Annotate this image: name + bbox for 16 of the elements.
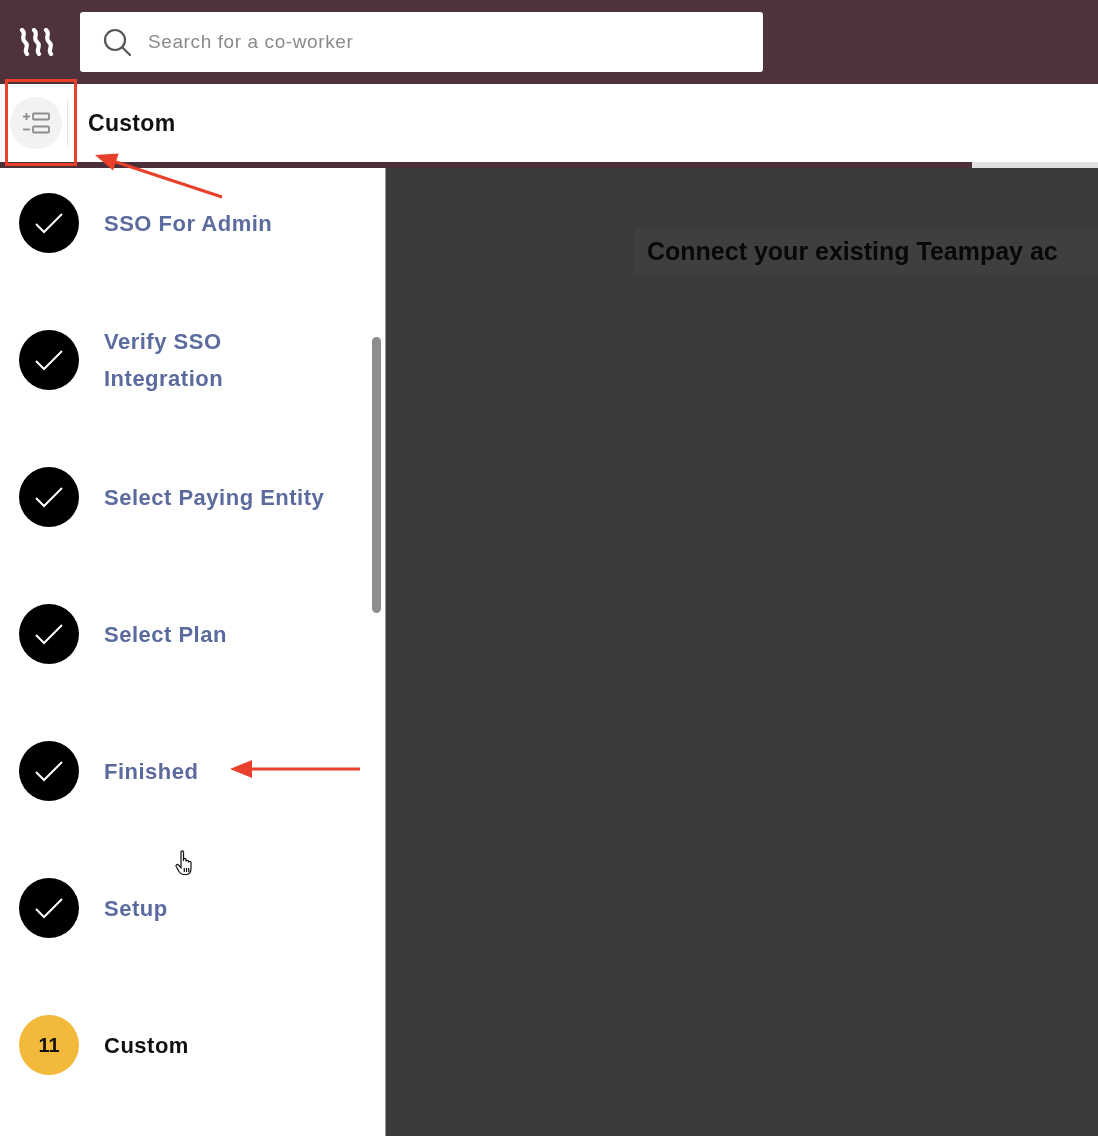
hand-cursor-icon	[175, 850, 195, 876]
step-number-badge: 11	[19, 1015, 79, 1075]
wave-logo-icon[interactable]	[18, 28, 56, 56]
step-link[interactable]: Select Paying Entity	[104, 478, 325, 516]
sidebar-toggle-button[interactable]	[10, 97, 62, 149]
step-link[interactable]: Verify SSO Integration	[104, 323, 342, 397]
scrollbar-thumb[interactable]	[372, 337, 381, 613]
step-link[interactable]: Select Plan	[104, 615, 227, 653]
step-link[interactable]: Custom	[104, 1026, 189, 1064]
expand-collapse-icon	[22, 112, 50, 134]
page-title: Custom	[88, 109, 176, 137]
search-field[interactable]: Search for a co-worker	[80, 12, 763, 72]
step-link[interactable]: SSO For Admin	[104, 204, 273, 242]
search-icon	[103, 28, 131, 56]
step-link[interactable]: Setup	[104, 889, 168, 927]
step-link[interactable]: Finished	[104, 752, 199, 790]
